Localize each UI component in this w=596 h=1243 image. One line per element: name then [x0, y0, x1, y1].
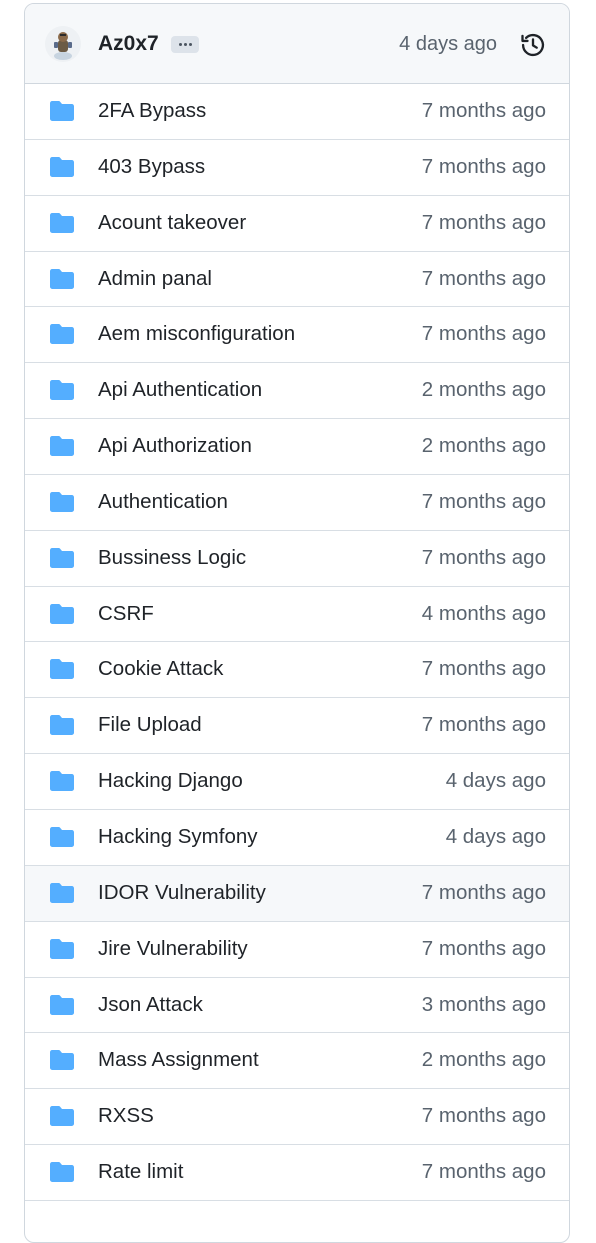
commit-time[interactable]: 4 days ago	[399, 30, 497, 58]
file-row[interactable]: File Upload 7 months ago	[25, 698, 569, 755]
last-commit-time[interactable]: 2 months ago	[422, 376, 546, 404]
folder-name-link[interactable]: Json Attack	[98, 991, 203, 1019]
folder-name-link[interactable]: 403 Bypass	[98, 153, 205, 181]
folder-name-link[interactable]: RXSS	[98, 1102, 154, 1130]
last-commit-time[interactable]: 7 months ago	[422, 320, 546, 348]
file-row[interactable]: 2FA Bypass 7 months ago	[25, 84, 569, 140]
file-browser: Az0x7 4 days ago 2FA Bypass 7 months ago 4…	[24, 3, 570, 1243]
last-commit-time[interactable]: 2 months ago	[422, 432, 546, 460]
folder-icon	[50, 1050, 74, 1071]
file-list: 2FA Bypass 7 months ago 403 Bypass 7 months…	[25, 84, 569, 1201]
file-row[interactable]: Hacking Django 4 days ago	[25, 754, 569, 810]
last-commit-time[interactable]: 7 months ago	[422, 265, 546, 293]
last-commit-time[interactable]: 7 months ago	[422, 711, 546, 739]
folder-icon	[50, 156, 74, 177]
folder-name-link[interactable]: Bussiness Logic	[98, 544, 246, 572]
last-commit-time[interactable]: 7 months ago	[422, 935, 546, 963]
file-row[interactable]: Hacking Symfony 4 days ago	[25, 810, 569, 866]
file-row[interactable]: Mass Assignment 2 months ago	[25, 1033, 569, 1090]
file-row[interactable]: Aem misconfiguration 7 months ago	[25, 307, 569, 364]
last-commit-time[interactable]: 3 months ago	[422, 991, 546, 1019]
folder-name-link[interactable]: Mass Assignment	[98, 1046, 259, 1074]
file-row[interactable]: Admin panal 7 months ago	[25, 252, 569, 308]
last-commit-time[interactable]: 7 months ago	[422, 153, 546, 181]
folder-name-link[interactable]: CSRF	[98, 600, 154, 628]
file-row[interactable]: IDOR Vulnerability 7 months ago	[25, 865, 569, 922]
commit-author[interactable]: Az0x7	[98, 30, 159, 58]
folder-icon	[50, 1106, 74, 1127]
ellipsis-dot	[188, 43, 192, 46]
last-commit-time[interactable]: 7 months ago	[422, 1158, 546, 1186]
folder-name-link[interactable]: Jire Vulnerability	[98, 935, 248, 963]
folder-name-link[interactable]: Hacking Django	[98, 767, 243, 795]
folder-name-link[interactable]: Admin panal	[98, 265, 212, 293]
folder-name-link[interactable]: Api Authentication	[98, 376, 262, 404]
latest-commit-bar: Az0x7 4 days ago	[25, 4, 569, 84]
ellipsis-dot	[183, 43, 187, 46]
last-commit-time[interactable]: 4 months ago	[422, 600, 546, 628]
file-row[interactable]: Authentication 7 months ago	[25, 475, 569, 531]
folder-icon	[50, 101, 74, 121]
file-row[interactable]: Json Attack 3 months ago	[25, 978, 569, 1034]
folder-icon	[50, 603, 74, 624]
author-avatar[interactable]	[45, 26, 81, 62]
file-row[interactable]: Cookie Attack 7 months ago	[25, 642, 569, 699]
file-row[interactable]: Bussiness Logic 7 months ago	[25, 531, 569, 587]
last-commit-time[interactable]: 7 months ago	[422, 97, 546, 125]
folder-name-link[interactable]: Hacking Symfony	[98, 823, 258, 851]
history-icon[interactable]	[519, 31, 547, 59]
folder-icon	[50, 826, 74, 847]
folder-name-link[interactable]: Rate limit	[98, 1158, 183, 1186]
commit-message-toggle-button[interactable]	[171, 36, 199, 53]
folder-icon	[50, 938, 74, 959]
folder-icon	[50, 212, 74, 233]
folder-name-link[interactable]: 2FA Bypass	[98, 97, 206, 125]
file-row[interactable]: 403 Bypass 7 months ago	[25, 140, 569, 196]
folder-icon	[50, 1162, 74, 1183]
file-row[interactable]: CSRF 4 months ago	[25, 587, 569, 643]
avatar-image	[45, 26, 81, 62]
last-commit-time[interactable]: 7 months ago	[422, 488, 546, 516]
folder-icon	[50, 994, 74, 1015]
last-commit-time[interactable]: 7 months ago	[422, 655, 546, 683]
folder-icon	[50, 882, 74, 903]
folder-icon	[50, 324, 74, 345]
folder-icon	[50, 715, 74, 736]
file-row[interactable]: Api Authorization 2 months ago	[25, 419, 569, 475]
ellipsis-icon	[178, 43, 182, 46]
folder-icon	[50, 436, 74, 457]
folder-name-link[interactable]: Aem misconfiguration	[98, 320, 295, 348]
file-row[interactable]: Api Authentication 2 months ago	[25, 363, 569, 420]
folder-name-link[interactable]: Api Authorization	[98, 432, 252, 460]
folder-icon	[50, 771, 74, 792]
folder-icon	[50, 547, 74, 568]
folder-name-link[interactable]: IDOR Vulnerability	[98, 879, 266, 907]
last-commit-time[interactable]: 7 months ago	[422, 544, 546, 572]
file-row[interactable]: Jire Vulnerability 7 months ago	[25, 922, 569, 978]
last-commit-time[interactable]: 7 months ago	[422, 879, 546, 907]
folder-name-link[interactable]: File Upload	[98, 711, 202, 739]
last-commit-time[interactable]: 2 months ago	[422, 1046, 546, 1074]
folder-name-link[interactable]: Acount takeover	[98, 209, 246, 237]
file-row[interactable]: RXSS 7 months ago	[25, 1089, 569, 1146]
last-commit-time[interactable]: 7 months ago	[422, 1102, 546, 1130]
folder-name-link[interactable]: Cookie Attack	[98, 655, 223, 683]
folder-icon	[50, 491, 74, 512]
file-row[interactable]: Acount takeover 7 months ago	[25, 196, 569, 252]
last-commit-time[interactable]: 7 months ago	[422, 209, 546, 237]
folder-icon	[50, 380, 74, 401]
last-commit-time[interactable]: 4 days ago	[446, 823, 546, 851]
folder-icon	[50, 659, 74, 680]
folder-icon	[50, 268, 74, 289]
folder-name-link[interactable]: Authentication	[98, 488, 228, 516]
file-row[interactable]: Rate limit 7 months ago	[25, 1145, 569, 1201]
last-commit-time[interactable]: 4 days ago	[446, 767, 546, 795]
